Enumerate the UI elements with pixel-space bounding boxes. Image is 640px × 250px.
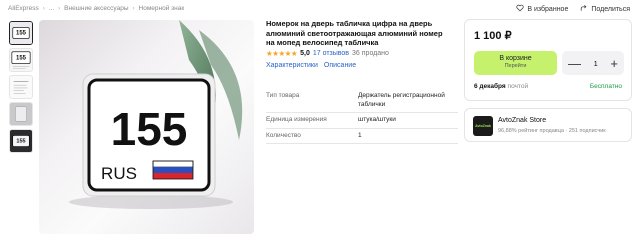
sold-count: 36 продано [352,50,389,57]
license-plate-illustration: 155 RUS [69,20,243,209]
svg-text:155: 155 [16,138,25,144]
thumbnail-5[interactable]: 155 [9,129,33,153]
chevron-right-icon: › [58,5,61,12]
plate-angle-thumbnail-image [10,103,32,125]
spec-key: Тип товара [266,92,300,99]
thumbnail-list: 155 155 155 [9,21,33,153]
quantity-stepper: — 1 + [562,51,624,75]
spec-value: 1 [358,131,362,139]
delivery-price: Бесплатно [589,83,622,90]
plate-region: RUS [101,164,137,183]
rating-stars-icon: ★★★★★ [266,49,298,58]
product-title: Номерок на дверь табличка цифра на дверь… [266,19,443,47]
delivery-info: 6 декабря почтой [474,83,528,90]
breadcrumb-ellipsis[interactable]: ... [49,5,54,12]
increase-quantity-button[interactable]: + [610,57,618,70]
spec-value: Держатель регистрационной таблички [358,92,445,108]
breadcrumb: AliExpress › ... › Внешние аксессуары › … [8,5,184,12]
price: 1 100 ₽ [474,30,512,42]
product-tabs: Характеристики Описание [266,62,356,69]
store-logo: AvtoZnak [473,116,493,136]
svg-text:155: 155 [16,56,27,62]
spec-value: штука/штуки [358,116,396,123]
decrease-quantity-button[interactable]: — [568,57,581,70]
reviews-link[interactable]: 17 отзывов [313,50,349,57]
heart-icon [516,4,524,14]
cart-button-sublabel: Перейти [504,63,527,69]
thumbnail-4[interactable] [9,102,33,126]
plate-thumbnail-image: 155 [10,22,32,44]
share-label: Поделиться [591,5,630,13]
breadcrumb-license-plate[interactable]: Номерной знак [139,5,185,12]
main-product-image[interactable]: 155 RUS [39,20,254,234]
russian-flag-icon [152,160,194,180]
purchase-panel: 1 100 ₽ В корзине Перейти — 1 + 6 декабр… [464,19,632,101]
spec-row: Тип товара Держатель регистрационной таб… [266,89,458,113]
plate-thumbnail-image: 155 [10,49,32,71]
share-icon [580,4,588,14]
tab-characteristics[interactable]: Характеристики [266,62,318,69]
in-cart-button[interactable]: В корзине Перейти [474,51,557,75]
store-meta: 96,88% рейтинг продавца · 251 подписчик [498,128,606,134]
specs-table: Тип товара Держатель регистрационной таб… [266,89,458,144]
tab-description[interactable]: Описание [324,62,356,69]
rating-score: 5,0 [300,50,310,57]
plate-dark-thumbnail-image: 155 [10,130,32,152]
share-button[interactable]: Поделиться [580,4,630,14]
store-name: AvtoZnak Store [498,117,547,124]
thumbnail-1[interactable]: 155 [9,21,33,45]
cart-button-label: В корзине [499,55,532,62]
breadcrumb-external-accessories[interactable]: Внешние аксессуары [64,5,128,12]
chevron-right-icon: › [132,5,135,12]
svg-text:155: 155 [16,30,27,36]
thumbnail-3[interactable] [9,75,33,99]
favorites-label: В избранное [527,5,569,13]
info-thumbnail-image [10,76,32,98]
spec-row: Количество 1 [266,129,458,144]
rating-row: ★★★★★ 5,0 17 отзывов 36 продано [266,49,389,58]
thumbnail-2[interactable]: 155 [9,48,33,72]
breadcrumb-aliexpress[interactable]: AliExpress [8,5,39,12]
quantity-value: 1 [593,58,598,68]
store-card[interactable]: AvtoZnak AvtoZnak Store 96,88% рейтинг п… [464,108,632,142]
delivery-date: 6 декабря [474,83,506,90]
spec-key: Единица измерения [266,116,327,123]
favorites-button[interactable]: В избранное [516,4,568,14]
chevron-right-icon: › [42,5,45,12]
spec-row: Единица измерения штука/штуки [266,113,458,129]
delivery-carrier: почтой [507,83,529,90]
spec-key: Количество [266,131,301,139]
top-actions: В избранное Поделиться [516,4,630,14]
plate-number: 155 [111,103,188,155]
